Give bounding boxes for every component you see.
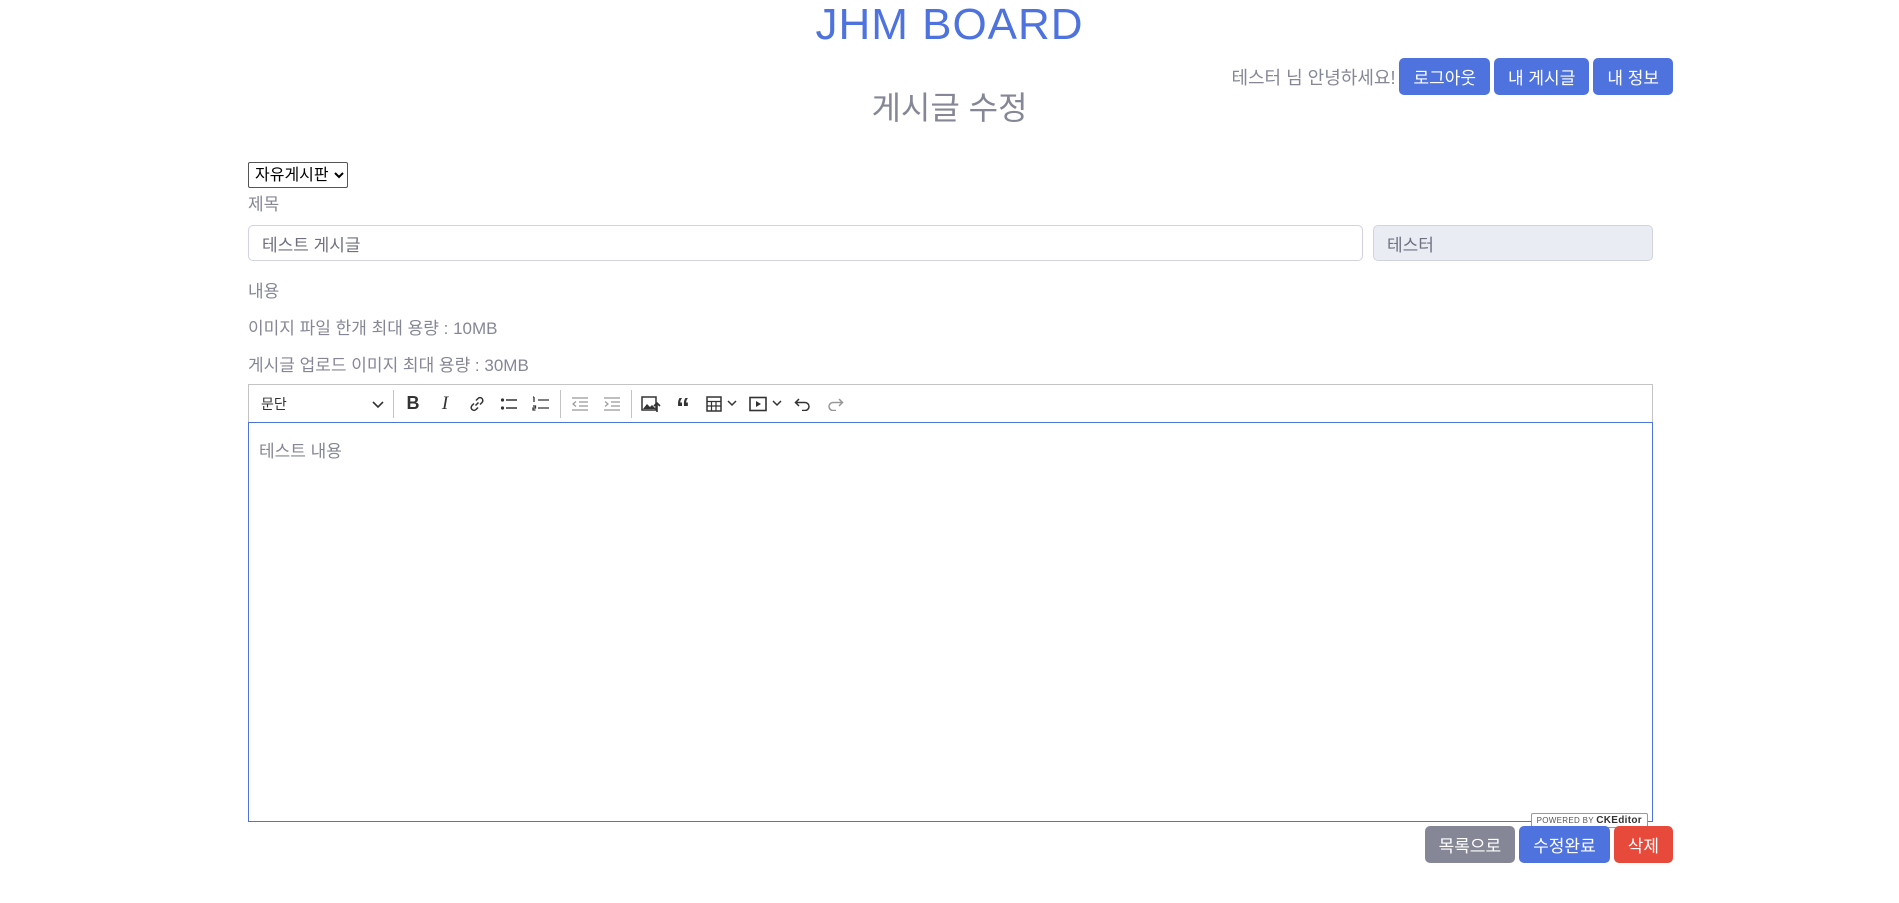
title-row: 테스트 게시글 테스터 (248, 225, 1653, 261)
edit-form: 자유게시판 제목 테스트 게시글 테스터 내용 이미지 파일 한개 최대 용량 … (248, 162, 1653, 828)
save-edit-button[interactable]: 수정완료 (1519, 826, 1610, 863)
numbered-list-icon[interactable] (525, 389, 557, 419)
powered-by-text: POWERED BY (1536, 816, 1594, 825)
bulleted-list-icon[interactable] (493, 389, 525, 419)
author-field: 테스터 (1373, 225, 1653, 261)
greeting-text: 테스터 님 안녕하세요! (1231, 67, 1396, 88)
back-to-list-button[interactable]: 목록으로 (1424, 826, 1516, 863)
site-title-link[interactable]: JHM BOARD (0, 0, 1899, 50)
ckeditor-logo-text: CKEditor (1596, 815, 1642, 826)
title-input[interactable]: 테스트 게시글 (248, 225, 1363, 261)
editor-toolbar: 문단 B I “ (248, 384, 1653, 422)
board-select[interactable]: 자유게시판 (248, 162, 348, 188)
outdent-icon[interactable] (564, 389, 596, 419)
indent-icon[interactable] (596, 389, 628, 419)
paragraph-dropdown[interactable]: 문단 (255, 389, 390, 419)
title-input-value: 테스트 게시글 (262, 235, 361, 255)
editor-content-area[interactable]: 테스트 내용 POWERED BY CKEditor (248, 422, 1653, 828)
form-actions: 목록으로 수정완료 삭제 (1424, 826, 1673, 863)
author-value: 테스터 (1387, 235, 1434, 255)
paragraph-label: 문단 (261, 395, 287, 412)
editor-content-text: 테스트 내용 (259, 442, 342, 461)
bold-icon[interactable]: B (397, 389, 429, 419)
insert-image-icon[interactable] (635, 389, 667, 419)
chevron-down-icon (372, 396, 384, 412)
title-label: 제목 (248, 195, 280, 214)
toolbar-divider (631, 389, 632, 418)
content-label: 내용 (248, 282, 280, 301)
italic-icon[interactable]: I (429, 389, 461, 419)
undo-icon[interactable] (787, 389, 819, 419)
link-icon[interactable] (461, 389, 493, 419)
media-embed-icon[interactable] (743, 389, 787, 419)
redo-icon[interactable] (819, 389, 851, 419)
insert-table-icon[interactable] (699, 389, 743, 419)
delete-button[interactable]: 삭제 (1613, 826, 1673, 863)
total-size-notice: 게시글 업로드 이미지 최대 용량 : 30MB (248, 356, 529, 375)
page-title: 게시글 수정 (871, 90, 1028, 126)
file-size-notice: 이미지 파일 한개 최대 용량 : 10MB (248, 319, 498, 338)
toolbar-divider (393, 389, 394, 418)
toolbar-divider (560, 389, 561, 418)
block-quote-icon[interactable]: “ (667, 389, 699, 421)
